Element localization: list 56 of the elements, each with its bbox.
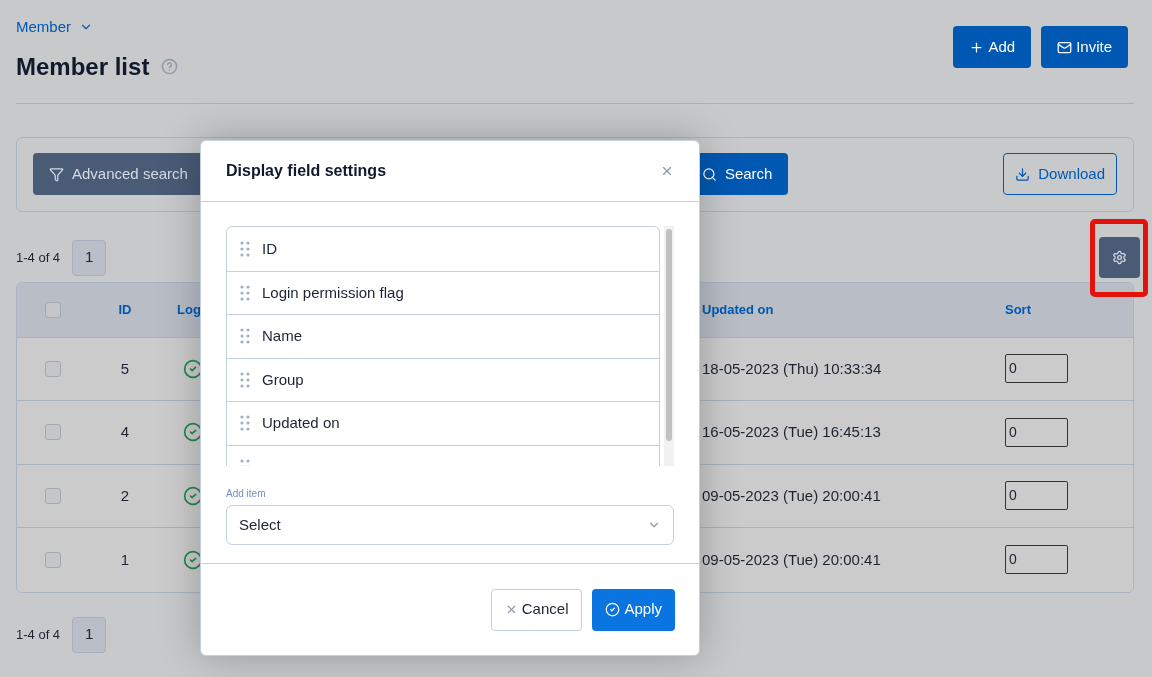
apply-button[interactable]: Apply bbox=[592, 588, 675, 631]
result-count: 1-4 of 4 bbox=[16, 248, 61, 267]
close-icon[interactable] bbox=[660, 164, 674, 178]
settings-button[interactable] bbox=[1098, 237, 1140, 278]
plus-icon bbox=[969, 39, 985, 55]
scrollbar[interactable] bbox=[664, 226, 674, 466]
sort-field[interactable]: 0 bbox=[1005, 417, 1068, 447]
drag-handle-icon bbox=[240, 284, 250, 301]
result-count: 1-4 of 4 bbox=[16, 625, 61, 644]
table-cell: 16-05-2023 (Tue) 16:45:13 bbox=[702, 423, 881, 440]
table-cell-text: 4 bbox=[120, 422, 130, 442]
column-header[interactable]: Updated on bbox=[702, 301, 774, 317]
check-circle-icon bbox=[605, 602, 621, 617]
checkbox[interactable] bbox=[45, 360, 61, 377]
filter-icon bbox=[49, 166, 64, 182]
page-button[interactable]: 1 bbox=[72, 239, 107, 276]
field-row[interactable]: Login permission flag bbox=[227, 270, 659, 314]
checkbox[interactable] bbox=[45, 424, 61, 441]
field-row[interactable]: Group bbox=[227, 357, 659, 401]
table-cell-text: 5 bbox=[120, 358, 130, 379]
checkbox[interactable] bbox=[45, 551, 61, 568]
column-header[interactable]: Sort bbox=[1005, 301, 1031, 317]
column-header[interactable]: Log bbox=[177, 301, 201, 317]
drag-handle-icon bbox=[240, 371, 250, 388]
checkbox[interactable] bbox=[45, 487, 61, 504]
table-cell: 09-05-2023 (Tue) 20:00:41 bbox=[702, 550, 881, 568]
page-title: Member list bbox=[16, 51, 150, 82]
search-icon bbox=[701, 166, 717, 182]
drag-handle-icon bbox=[240, 240, 250, 257]
field-row[interactable]: ID bbox=[227, 227, 659, 271]
mail-icon bbox=[1057, 39, 1073, 55]
settings-icon bbox=[1111, 250, 1127, 265]
sort-field[interactable]: 0 bbox=[1005, 545, 1068, 575]
drag-handle-icon bbox=[240, 328, 250, 345]
drag-handle-icon bbox=[240, 415, 250, 432]
download-button[interactable]: Download bbox=[1003, 153, 1117, 195]
table-cell: 18-05-2023 (Thu) 10:33:34 bbox=[702, 359, 882, 377]
field-label: Add item bbox=[226, 487, 267, 501]
add-button[interactable]: Add bbox=[953, 26, 1032, 68]
breadcrumb-dropdown[interactable]: Member bbox=[16, 16, 93, 39]
field-row[interactable]: Name bbox=[227, 314, 659, 358]
download-icon bbox=[1015, 166, 1031, 182]
invite-button[interactable]: Invite bbox=[1041, 26, 1128, 68]
dialog-title: Display field settings bbox=[226, 161, 387, 181]
column-header[interactable]: ID bbox=[118, 299, 132, 320]
page-button[interactable]: 1 bbox=[72, 616, 107, 653]
table-cell-text: 2 bbox=[120, 485, 130, 506]
sort-field[interactable]: 0 bbox=[1005, 481, 1068, 511]
field-row[interactable]: Updated on bbox=[227, 401, 659, 445]
sort-field[interactable]: 0 bbox=[1005, 354, 1068, 384]
table-cell-text: 1 bbox=[120, 549, 130, 570]
checkbox[interactable] bbox=[45, 301, 61, 318]
add-item-select[interactable]: Select bbox=[226, 505, 674, 545]
help-icon[interactable] bbox=[161, 58, 179, 75]
table-cell: 09-05-2023 (Tue) 20:00:41 bbox=[702, 486, 881, 504]
cancel-button[interactable]: Cancel bbox=[490, 588, 583, 631]
